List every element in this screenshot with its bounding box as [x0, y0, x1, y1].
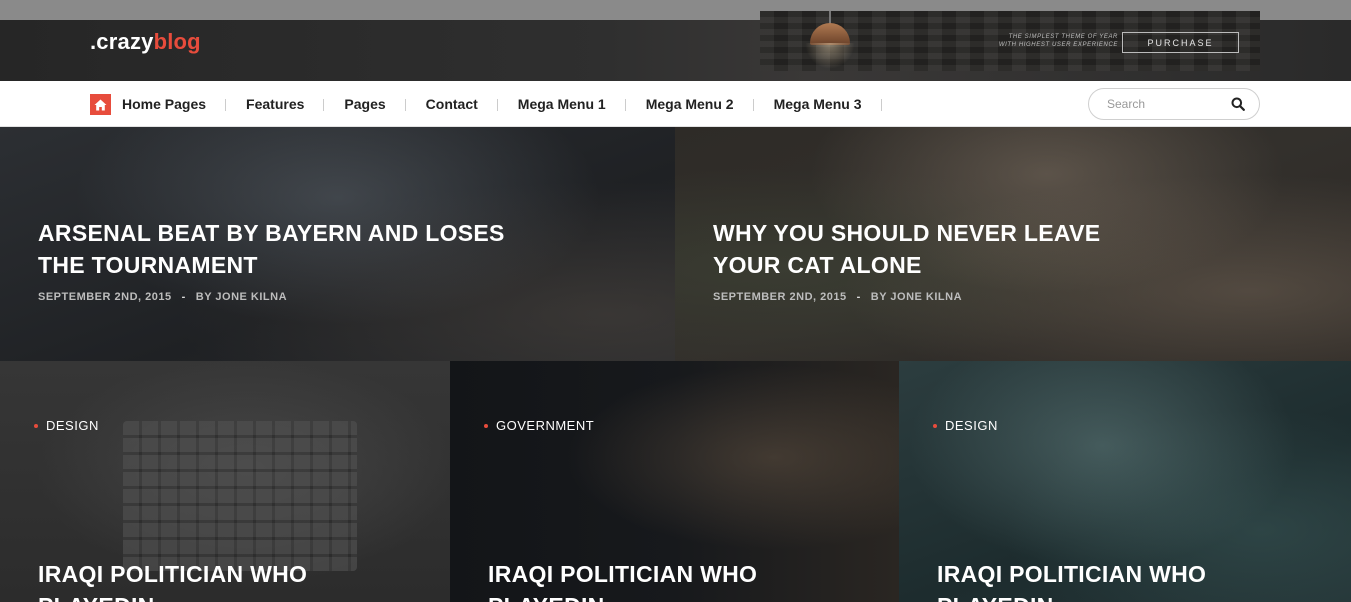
- ad-tagline: THE SIMPLEST THEME OF YEAR WITH HIGHEST …: [970, 33, 1118, 49]
- category-dot-icon: [933, 423, 937, 428]
- search-icon[interactable]: [1231, 97, 1245, 111]
- nav-item-pages[interactable]: Pages: [324, 96, 406, 112]
- hero-post-title[interactable]: ARSENAL BEAT BY BAYERN AND LOSES THE TOU…: [38, 217, 518, 281]
- purchase-button[interactable]: PURCHASE: [1122, 32, 1239, 53]
- post-card-title[interactable]: IRAQI POLITICIAN WHO PLAYEDIN: [38, 558, 418, 602]
- site-header: .crazyblog THE SIMPLEST THEME OF YEAR WI…: [0, 11, 1351, 81]
- post-card-title[interactable]: IRAQI POLITICIAN WHO PLAYEDIN: [488, 558, 868, 602]
- nav-item-mega-menu-1[interactable]: Mega Menu 1: [498, 96, 626, 112]
- hero-post-meta: SEPTEMBER 2ND, 2015 - BY JONE KILNA: [38, 291, 287, 303]
- hero-post-2[interactable]: WHY YOU SHOULD NEVER LEAVE YOUR CAT ALON…: [675, 127, 1351, 361]
- nav-item-home-pages[interactable]: Home Pages: [122, 96, 227, 112]
- post-card-3[interactable]: DESIGN IRAQI POLITICIAN WHO PLAYEDIN: [899, 361, 1351, 602]
- ad-tagline-line-1: THE SIMPLEST THEME OF YEAR: [1008, 34, 1118, 40]
- post-card-title[interactable]: IRAQI POLITICIAN WHO PLAYEDIN: [937, 558, 1317, 602]
- ad-tagline-line-2: WITH HIGHEST USER EXPERIENCE: [998, 42, 1118, 48]
- category-tag[interactable]: DESIGN: [933, 418, 998, 433]
- hero-post-1[interactable]: ARSENAL BEAT BY BAYERN AND LOSES THE TOU…: [0, 127, 675, 361]
- laptop-image: [123, 421, 357, 571]
- post-date: SEPTEMBER 2ND, 2015: [38, 291, 172, 303]
- nav-item-mega-menu-2[interactable]: Mega Menu 2: [626, 96, 754, 112]
- category-tag[interactable]: DESIGN: [34, 418, 99, 433]
- home-icon[interactable]: [90, 94, 111, 115]
- nav-item-contact[interactable]: Contact: [406, 96, 498, 112]
- ad-banner[interactable]: THE SIMPLEST THEME OF YEAR WITH HIGHEST …: [760, 11, 1260, 71]
- post-card-1[interactable]: DESIGN IRAQI POLITICIAN WHO PLAYEDIN: [0, 361, 450, 602]
- hero-post-meta: SEPTEMBER 2ND, 2015 - BY JONE KILNA: [713, 291, 962, 303]
- post-author[interactable]: BY JONE KILNA: [871, 291, 962, 303]
- post-card-2[interactable]: GOVERNMENT IRAQI POLITICIAN WHO PLAYEDIN: [450, 361, 899, 602]
- nav-item-features[interactable]: Features: [226, 96, 325, 112]
- lamp-image: [800, 11, 860, 71]
- post-author[interactable]: BY JONE KILNA: [196, 291, 287, 303]
- category-dot-icon: [34, 423, 38, 428]
- nav-item-mega-menu-3[interactable]: Mega Menu 3: [754, 96, 882, 112]
- site-logo[interactable]: .crazyblog: [90, 29, 201, 55]
- logo-brand: blog: [153, 29, 201, 54]
- nav-menu: Home Pages Features Pages Contact Mega M…: [122, 81, 882, 127]
- meta-separator: -: [856, 291, 861, 303]
- logo-prefix: .crazy: [90, 29, 154, 54]
- hero-post-title[interactable]: WHY YOU SHOULD NEVER LEAVE YOUR CAT ALON…: [713, 217, 1133, 281]
- search-box: [1088, 88, 1260, 120]
- meta-separator: -: [181, 291, 186, 303]
- main-nav: Home Pages Features Pages Contact Mega M…: [0, 81, 1351, 127]
- category-label: DESIGN: [46, 418, 99, 433]
- post-date: SEPTEMBER 2ND, 2015: [713, 291, 847, 303]
- category-label: DESIGN: [945, 418, 998, 433]
- category-label: GOVERNMENT: [496, 418, 595, 433]
- category-dot-icon: [484, 423, 488, 428]
- search-input[interactable]: [1107, 95, 1227, 113]
- category-tag[interactable]: GOVERNMENT: [484, 418, 594, 433]
